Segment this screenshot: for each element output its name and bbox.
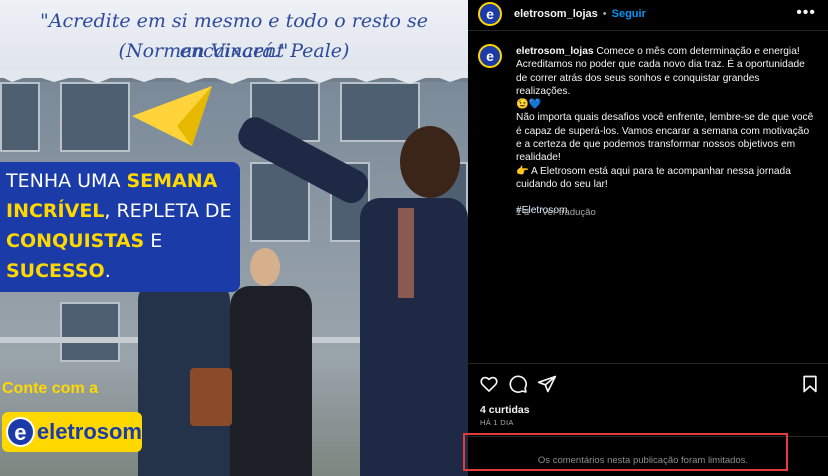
post-date: HÁ 1 DIA [480, 418, 514, 427]
caption-emoji: 😉💙 [516, 99, 542, 111]
window [60, 302, 120, 362]
caption-gap [516, 191, 816, 204]
banner-line-4: SUCESSO. [0, 256, 117, 286]
caption-paragraph-2: Não importa quais desafios você enfrente… [516, 112, 814, 164]
see-translation-button[interactable]: Ver tradução [542, 207, 596, 218]
bookmark-icon[interactable] [800, 374, 820, 394]
person-middle [190, 248, 320, 476]
torn-edge [0, 70, 468, 84]
conte-com-text: Conte com a [2, 380, 99, 397]
caption-avatar[interactable]: e [478, 44, 502, 68]
header-dot: • [602, 8, 607, 20]
caption-time: 1 d [516, 207, 530, 218]
share-icon[interactable] [537, 374, 557, 394]
banner-line-2: INCRÍVEL, REPLETA DE [0, 196, 238, 226]
window [0, 82, 40, 152]
banner-line-3: CONQUISTAS E [0, 226, 169, 256]
caption-username[interactable]: eletrosom_lojas [516, 46, 594, 57]
header-username[interactable]: eletrosom_lojas [514, 8, 598, 20]
caption-meta: 1 d Ver tradução [516, 207, 606, 218]
profile-avatar[interactable]: e [478, 2, 502, 26]
quote-author: (Norman Vincent Peale) [118, 40, 350, 62]
likes-count[interactable]: 4 curtidas [480, 404, 530, 416]
person-right [233, 112, 468, 476]
paper-plane-icon [132, 86, 212, 146]
post-side-panel: e eletrosom_lojas • Seguir ••• e eletros… [468, 0, 828, 476]
eletrosom-logo: e eletrosom [2, 412, 142, 452]
logo-e-icon: e [6, 417, 35, 447]
actions-divider [468, 363, 828, 364]
post-header: e eletrosom_lojas • Seguir [468, 0, 828, 28]
action-bar [468, 372, 828, 396]
follow-button[interactable]: Seguir [612, 8, 646, 20]
caption: eletrosom_lojas Comece o mês com determi… [516, 45, 816, 218]
heart-icon[interactable] [479, 374, 499, 394]
more-options-icon[interactable]: ••• [796, 4, 816, 22]
window [60, 82, 130, 152]
comment-icon[interactable] [508, 374, 528, 394]
post-image[interactable]: "Acredite em si mesmo e todo o resto se … [0, 0, 468, 476]
comments-limited-notice: Os comentários nesta publicação foram li… [537, 455, 749, 466]
header-divider [468, 30, 828, 31]
logo-text: eletrosom [36, 419, 142, 444]
banner-line-1: TENHA UMA SEMANA [0, 166, 224, 196]
caption-paragraph-3: 👉 A Eletrosom está aqui para te acompanh… [516, 165, 791, 190]
